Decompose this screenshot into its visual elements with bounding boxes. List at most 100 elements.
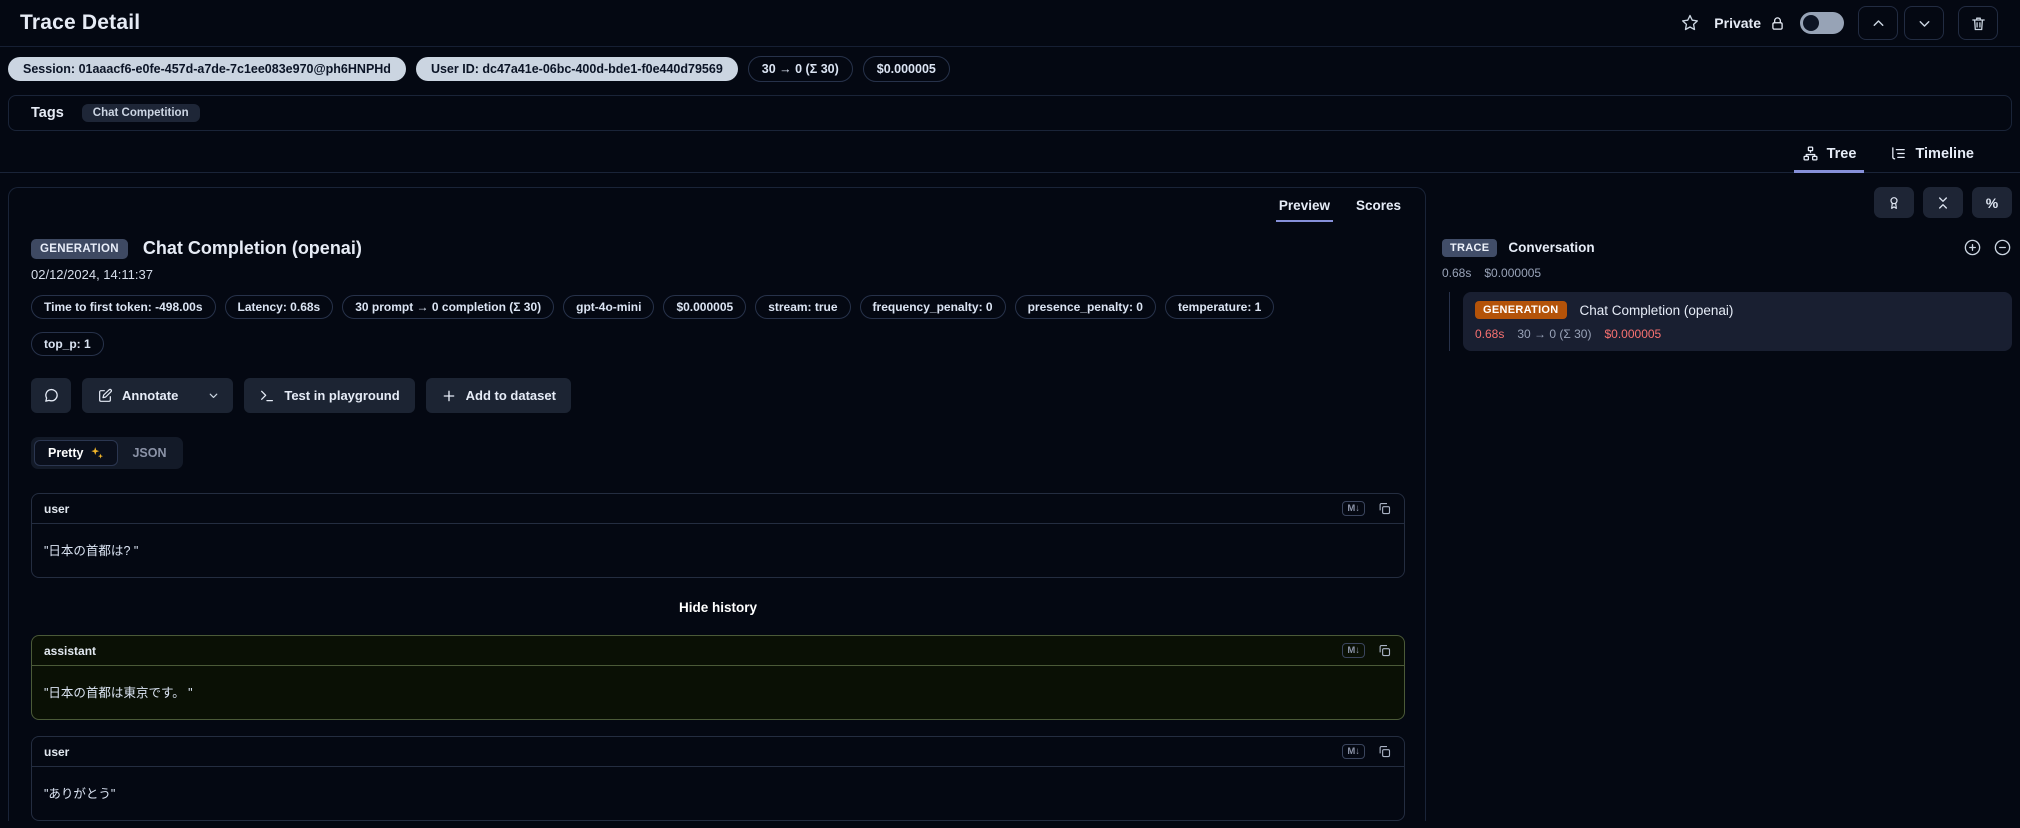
generation-timestamp: 02/12/2024, 14:11:37 [31,267,153,282]
message-role: user [44,744,70,759]
annotate-dropdown[interactable] [194,389,233,402]
terminal-icon [259,388,275,404]
node-header: GENERATION Chat Completion (openai) [1475,301,2000,319]
trace-root-row[interactable]: TRACE Conversation [1442,238,2012,257]
metric-badge: Latency: 0.68s [224,295,334,319]
playground-label: Test in playground [284,388,400,403]
tree-icon [1802,145,1819,162]
delete-trace-button[interactable] [1958,6,1998,40]
message-user-2: user M↓ "ありがとう" [31,736,1405,821]
tab-timeline-label: Timeline [1915,145,1974,162]
toggle-knob [1803,15,1819,31]
message-actions: M↓ [1342,744,1392,759]
action-buttons: Annotate Test in playground Add to datas… [31,378,1403,413]
tab-preview[interactable]: Preview [1275,198,1334,222]
expand-all-button[interactable] [1963,238,1982,257]
comment-icon [43,387,60,404]
trace-latency: 0.68s [1442,266,1472,280]
message-content: "日本の首都は東京です。 " [44,686,193,700]
top-header: Trace Detail Private [0,0,2020,46]
tab-tree-label: Tree [1826,145,1857,162]
tree-controls: % [1442,187,2012,218]
generation-node-selected[interactable]: GENERATION Chat Completion (openai) 0.68… [1463,292,2012,351]
user-id-badge[interactable]: User ID: dc47a41e-06bc-400d-bde1-f0e440d… [415,57,738,81]
metric-badge: frequency_penalty: 0 [859,295,1006,319]
message-content: "日本の首都は? " [44,544,139,558]
markdown-toggle-icon[interactable]: M↓ [1342,501,1365,516]
message-role: user [44,501,70,516]
metric-badge: top_p: 1 [31,332,104,356]
node-metrics: 0.68s 30 → 0 (Σ 30) $0.000005 [1475,327,2000,341]
format-pretty-segment[interactable]: Pretty [34,440,119,466]
metric-badge: gpt-4o-mini [563,295,655,319]
tab-tree[interactable]: Tree [1793,141,1865,173]
award-icon [1886,195,1902,211]
tree-indent-guide [1449,292,1450,351]
copy-button[interactable] [1377,744,1392,759]
tab-scores[interactable]: Scores [1356,198,1401,222]
format-json-segment[interactable]: JSON [118,440,180,466]
copy-icon [1377,643,1392,658]
tree-node-wrap: GENERATION Chat Completion (openai) 0.68… [1442,292,2012,351]
tag-chip[interactable]: Chat Competition [81,104,200,122]
generation-node-title: Chat Completion (openai) [1579,302,1734,318]
annotate-label: Annotate [122,388,179,403]
token-usage-badge: 30 → 0 (Σ 30) [747,56,853,82]
annotate-main[interactable]: Annotate [82,388,193,404]
message-actions: M↓ [1342,501,1392,516]
plus-circle-icon [1963,238,1982,257]
cost-badge: $0.000005 [862,56,950,82]
markdown-toggle-icon[interactable]: M↓ [1342,643,1365,658]
scores-toggle-button[interactable] [1874,187,1914,218]
tags-container: Tags Chat Competition [8,95,2012,131]
hide-history-link[interactable]: Hide history [31,600,1405,615]
panel-tabs: Preview Scores [9,188,1425,222]
tree-expand-controls [1963,238,2012,257]
tags-label: Tags [31,105,64,121]
test-in-playground-button[interactable]: Test in playground [244,378,415,413]
previous-trace-button[interactable] [1858,6,1898,40]
annotate-button[interactable]: Annotate [82,378,234,413]
trace-tree-sidebar: % TRACE Conversation 0.68s $0.000005 GEN… [1442,187,2012,821]
annotate-icon [97,388,113,404]
message-header: assistant M↓ [32,636,1404,666]
metric-badge: $0.000005 [663,295,747,319]
copy-icon [1377,501,1392,516]
plus-icon [441,388,457,404]
message-content: "ありがとう" [44,787,116,801]
node-cost: $0.000005 [1604,327,1662,341]
metrics-toggle-button[interactable]: % [1972,187,2012,218]
trace-cost: $0.000005 [1484,266,1542,280]
tab-timeline[interactable]: Timeline [1888,141,1976,172]
privacy-toggle[interactable] [1800,12,1844,34]
metric-badge: 30 prompt → 0 completion (Σ 30) [342,295,555,319]
metric-badge: presence_penalty: 0 [1014,295,1156,319]
metric-badge: Time to first token: -498.00s [31,295,216,319]
comment-button[interactable] [31,378,71,413]
format-toggle: Pretty JSON [31,437,184,469]
trace-type-badge: TRACE [1442,238,1498,257]
next-trace-button[interactable] [1904,6,1944,40]
generation-node-badge: GENERATION [1475,301,1567,319]
node-latency: 0.68s [1475,327,1505,341]
star-icon[interactable] [1680,13,1700,33]
chevron-down-icon [1916,15,1933,32]
collapse-all-button[interactable] [1923,187,1963,218]
message-user-1: user M↓ "日本の首都は? " [31,493,1405,578]
copy-button[interactable] [1377,501,1392,516]
markdown-toggle-icon[interactable]: M↓ [1342,744,1365,759]
node-tokens: 30 → 0 (Σ 30) [1517,327,1592,341]
lock-icon [1769,15,1786,32]
trace-metrics: 0.68s $0.000005 [1442,266,2012,280]
message-actions: M↓ [1342,643,1392,658]
copy-button[interactable] [1377,643,1392,658]
metric-badges-row-1: Time to first token: -498.00s Latency: 0… [31,295,1403,319]
metric-badge: temperature: 1 [1164,295,1275,319]
view-tabs: Tree Timeline [0,131,2020,173]
session-badge[interactable]: Session: 01aaacf6-e0fe-457d-a7de-7c1ee08… [8,57,406,81]
add-to-dataset-button[interactable]: Add to dataset [425,378,571,413]
main-area: Preview Scores GENERATION Chat Completio… [0,173,2020,821]
collapse-node-button[interactable] [1993,238,2012,257]
copy-icon [1377,744,1392,759]
panel-body: GENERATION Chat Completion (openai) 02/1… [9,222,1425,821]
